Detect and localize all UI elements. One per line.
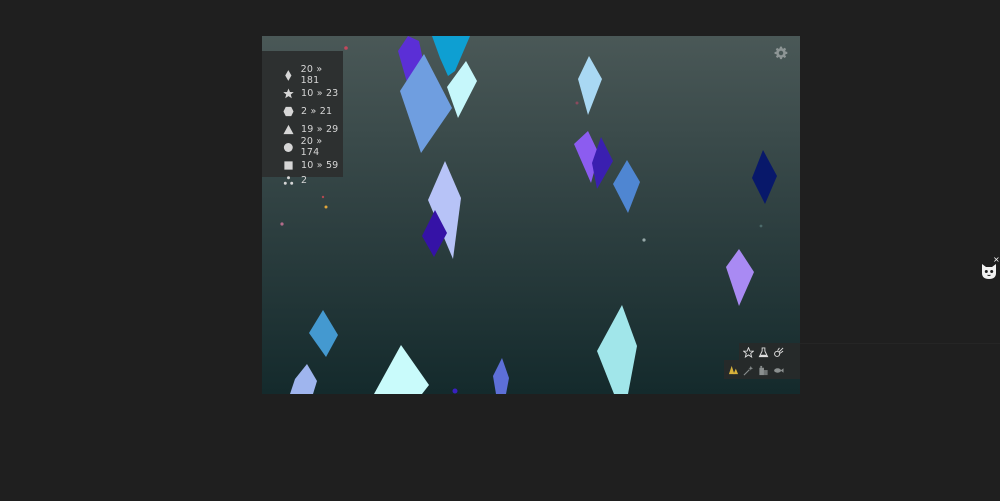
square-icon bbox=[284, 160, 293, 170]
triangle-icon bbox=[283, 124, 294, 134]
star-tool-button[interactable] bbox=[741, 345, 755, 359]
stat-row: 20 » 174 bbox=[283, 136, 343, 158]
comet-tool-button[interactable] bbox=[771, 345, 785, 359]
speck bbox=[321, 195, 325, 199]
close-icon[interactable]: × bbox=[993, 256, 1000, 264]
stat-value: 19 » 29 bbox=[301, 123, 339, 135]
speck bbox=[575, 101, 579, 105]
fish-icon bbox=[773, 367, 784, 373]
star-outline-icon bbox=[742, 346, 754, 358]
building-icon bbox=[758, 365, 768, 375]
crystal-shard bbox=[597, 305, 637, 394]
cat-mascot-button[interactable] bbox=[980, 262, 998, 280]
hexagon-icon bbox=[283, 106, 294, 116]
stat-row: 20 » 181 bbox=[283, 64, 343, 86]
speck bbox=[324, 205, 328, 209]
crystal-shard bbox=[493, 358, 509, 394]
diamond-icon bbox=[285, 69, 292, 81]
crystal-shard bbox=[613, 160, 640, 213]
stat-value: 20 » 181 bbox=[300, 64, 323, 86]
stat-value: 2 bbox=[301, 174, 308, 186]
stat-row: 10 » 23 bbox=[283, 86, 338, 100]
fish-tool-button[interactable] bbox=[771, 363, 785, 377]
stat-value: 2 » 21 bbox=[301, 105, 333, 117]
tool-palette bbox=[724, 343, 800, 379]
speck bbox=[452, 388, 458, 394]
speck bbox=[759, 224, 763, 228]
stats-panel: 20 » 181 10 » 23 2 » 21 19 » 29 20 » 174… bbox=[262, 51, 343, 186]
tree-icon bbox=[728, 365, 738, 374]
stat-row: 10 » 59 bbox=[283, 158, 338, 172]
sparkle-tool-button[interactable] bbox=[741, 363, 755, 377]
gear-icon bbox=[774, 46, 788, 60]
flask-tool-button[interactable] bbox=[756, 345, 770, 359]
settings-button[interactable] bbox=[774, 45, 788, 60]
stat-value: 10 » 59 bbox=[301, 159, 339, 171]
crystal-shard bbox=[290, 364, 317, 394]
cat-face-icon bbox=[982, 264, 996, 279]
crystal-shard bbox=[592, 137, 613, 189]
comet-icon bbox=[773, 347, 783, 357]
stat-value: 20 » 174 bbox=[300, 136, 323, 158]
stat-row: 19 » 29 bbox=[283, 122, 338, 136]
divider bbox=[800, 343, 1000, 344]
flask-icon bbox=[758, 346, 768, 357]
crystal-shard bbox=[752, 150, 777, 204]
speck bbox=[642, 238, 646, 242]
dots-icon bbox=[283, 175, 294, 185]
stat-value: 10 » 23 bbox=[301, 87, 339, 99]
stat-row: 2 » 21 bbox=[283, 104, 332, 118]
circle-icon bbox=[283, 142, 293, 152]
sparkle-wand-icon bbox=[743, 365, 753, 375]
crystal-shard bbox=[578, 56, 602, 115]
tree-tool-button[interactable] bbox=[726, 363, 740, 377]
stat-row: 2 bbox=[283, 174, 307, 186]
crystal-shard bbox=[726, 249, 754, 306]
star-icon bbox=[283, 87, 294, 98]
crystal-shard bbox=[374, 345, 429, 394]
building-tool-button[interactable] bbox=[756, 363, 770, 377]
crystal-shard bbox=[309, 310, 338, 357]
speck bbox=[344, 46, 348, 50]
speck bbox=[280, 222, 284, 226]
game-canvas[interactable]: 20 » 181 10 » 23 2 » 21 19 » 29 20 » 174… bbox=[262, 36, 800, 394]
